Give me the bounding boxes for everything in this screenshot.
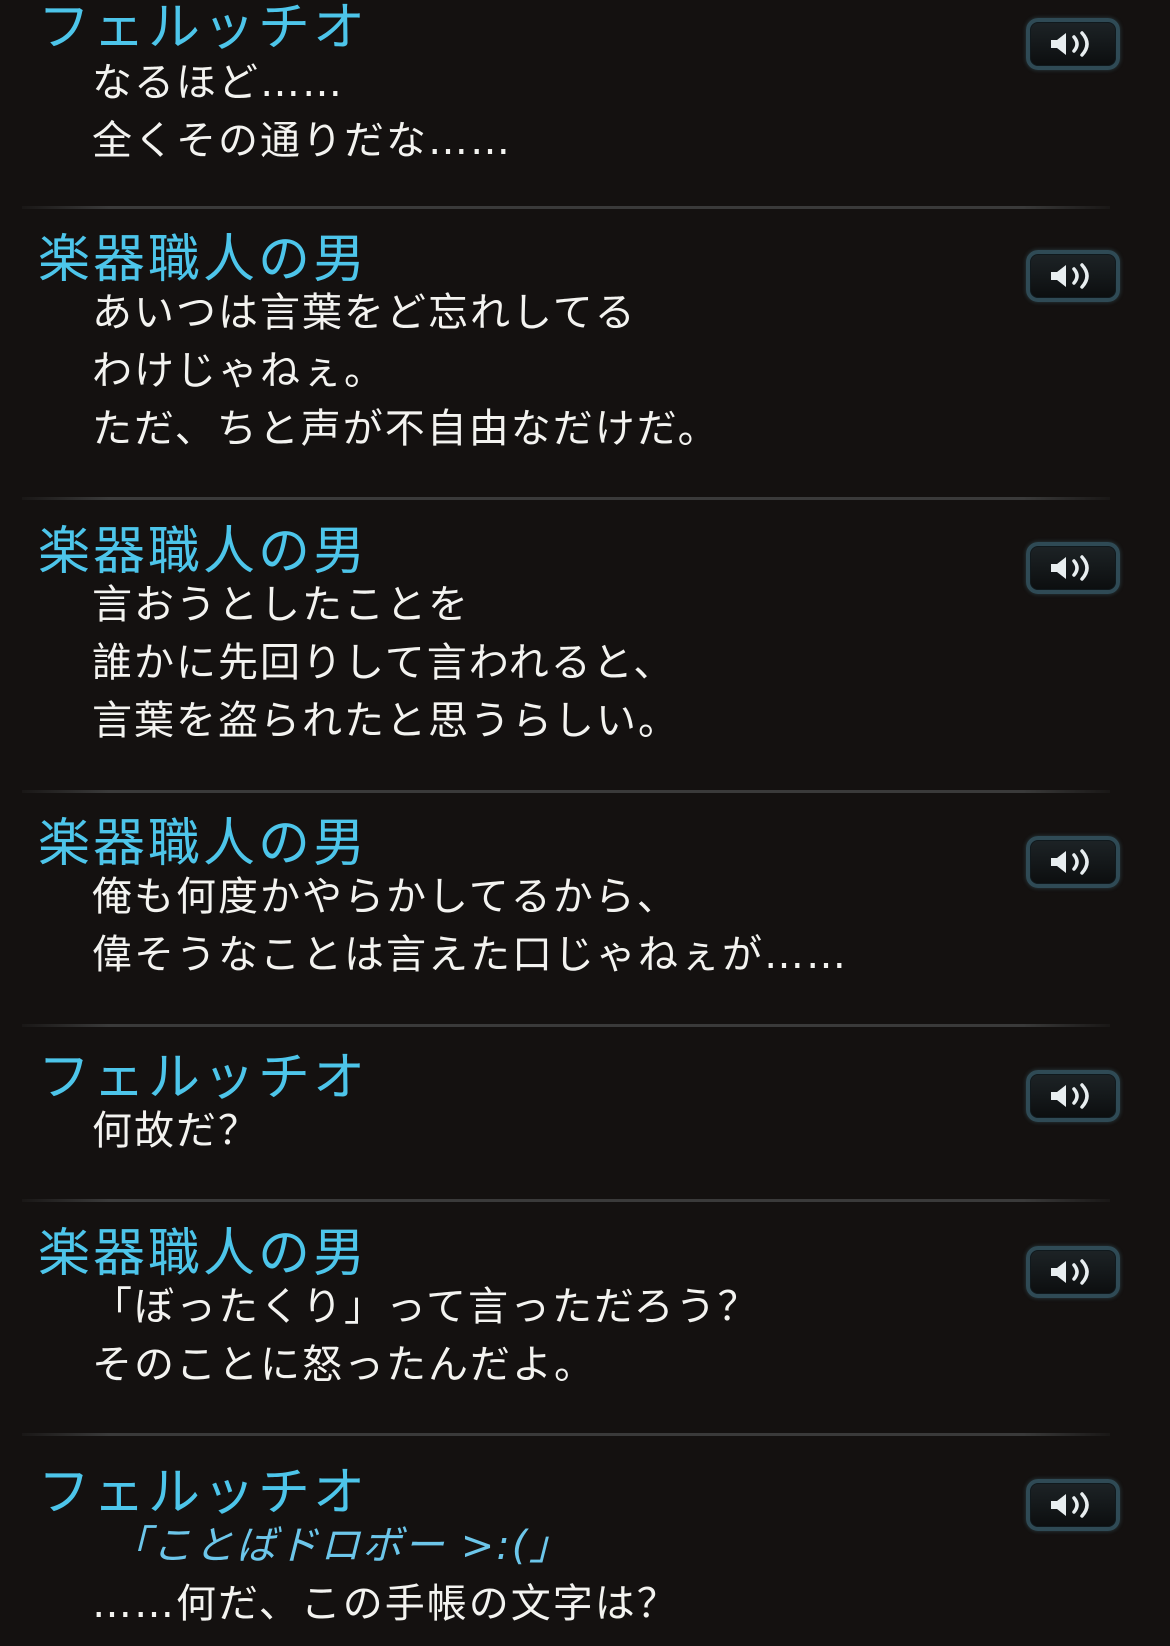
speaker-name: フェルッチオ (38, 0, 369, 58)
dialogue-line: ……何だ、この手帳の文字は？ (92, 1581, 679, 1627)
speaker-volume-icon (1051, 849, 1089, 875)
voice-play-button[interactable] (1026, 1070, 1120, 1122)
dialogue-line: そのことに怒ったんだよ。 (92, 1342, 596, 1388)
dialogue-lines: 言おうとしたことを 誰かに先回りして言われると、 言葉を盗られたと思うらしい。 (92, 576, 680, 750)
speaker-volume-icon (1051, 1083, 1089, 1109)
speaker-volume-icon (1051, 31, 1089, 57)
dialogue-line: 言葉を盗られたと思うらしい。 (92, 698, 680, 744)
dialogue-line: 言おうとしたことを (92, 582, 470, 628)
voice-play-button[interactable] (1026, 1246, 1120, 1298)
voice-play-button[interactable] (1026, 542, 1120, 594)
speaker-name: フェルッチオ (38, 1463, 369, 1523)
dialogue-line: 全くその通りだな…… (92, 118, 512, 164)
dialogue-line: なるほど…… (92, 60, 344, 106)
dialogue-lines: なるほど…… 全くその通りだな…… (92, 54, 512, 170)
speaker-name: 楽器職人の男 (38, 522, 369, 582)
entry-divider (22, 790, 1110, 793)
entry-divider (22, 1024, 1110, 1027)
dialogue-line: 何故だ？ (92, 1108, 260, 1154)
speaker-volume-icon (1051, 1259, 1089, 1285)
speaker-name: 楽器職人の男 (38, 1224, 369, 1284)
speaker-name: 楽器職人の男 (38, 814, 369, 874)
speaker-volume-icon (1051, 555, 1089, 581)
entry-divider (22, 1199, 1110, 1202)
voice-play-button[interactable] (1026, 250, 1120, 302)
dialogue-lines: 「ことばドロボー >:(」 ……何だ、この手帳の文字は？ (92, 1517, 679, 1633)
dialogue-line: 誰かに先回りして言われると、 (92, 640, 676, 686)
entry-divider (22, 1433, 1110, 1436)
entry-divider (22, 206, 1110, 209)
speaker-volume-icon (1051, 263, 1089, 289)
dialogue-line: わけじゃねぇ。 (92, 348, 386, 394)
voice-play-button[interactable] (1026, 18, 1120, 70)
dialogue-line: 俺も何度かやらかしてるから、 (92, 874, 679, 920)
speaker-volume-icon (1051, 1492, 1089, 1518)
entry-divider (22, 497, 1110, 500)
dialogue-line: ただ、ちと声が不自由なだけだ。 (92, 406, 720, 452)
voice-play-button[interactable] (1026, 1479, 1120, 1531)
dialogue-log: フェルッチオ なるほど…… 全くその通りだな…… 楽器職人の男 あいつは言葉をど… (0, 0, 1170, 1646)
dialogue-lines: 何故だ？ (92, 1102, 260, 1160)
dialogue-line: 「ぼったくり」って言っただろう？ (92, 1284, 760, 1330)
dialogue-lines: あいつは言葉をど忘れしてる わけじゃねぇ。 ただ、ちと声が不自由なだけだ。 (92, 284, 720, 458)
speaker-name: フェルッチオ (38, 1048, 369, 1108)
dialogue-line: 偉そうなことは言えた口じゃねぇが…… (92, 932, 848, 978)
dialogue-lines: 「ぼったくり」って言っただろう？ そのことに怒ったんだよ。 (92, 1278, 760, 1394)
dialogue-line: あいつは言葉をど忘れしてる (92, 290, 637, 336)
dialogue-lines: 俺も何度かやらかしてるから、 偉そうなことは言えた口じゃねぇが…… (92, 868, 848, 984)
voice-play-button[interactable] (1026, 836, 1120, 888)
speaker-name: 楽器職人の男 (38, 230, 369, 290)
notebook-note-line: 「ことばドロボー >:(」 (110, 1523, 572, 1569)
